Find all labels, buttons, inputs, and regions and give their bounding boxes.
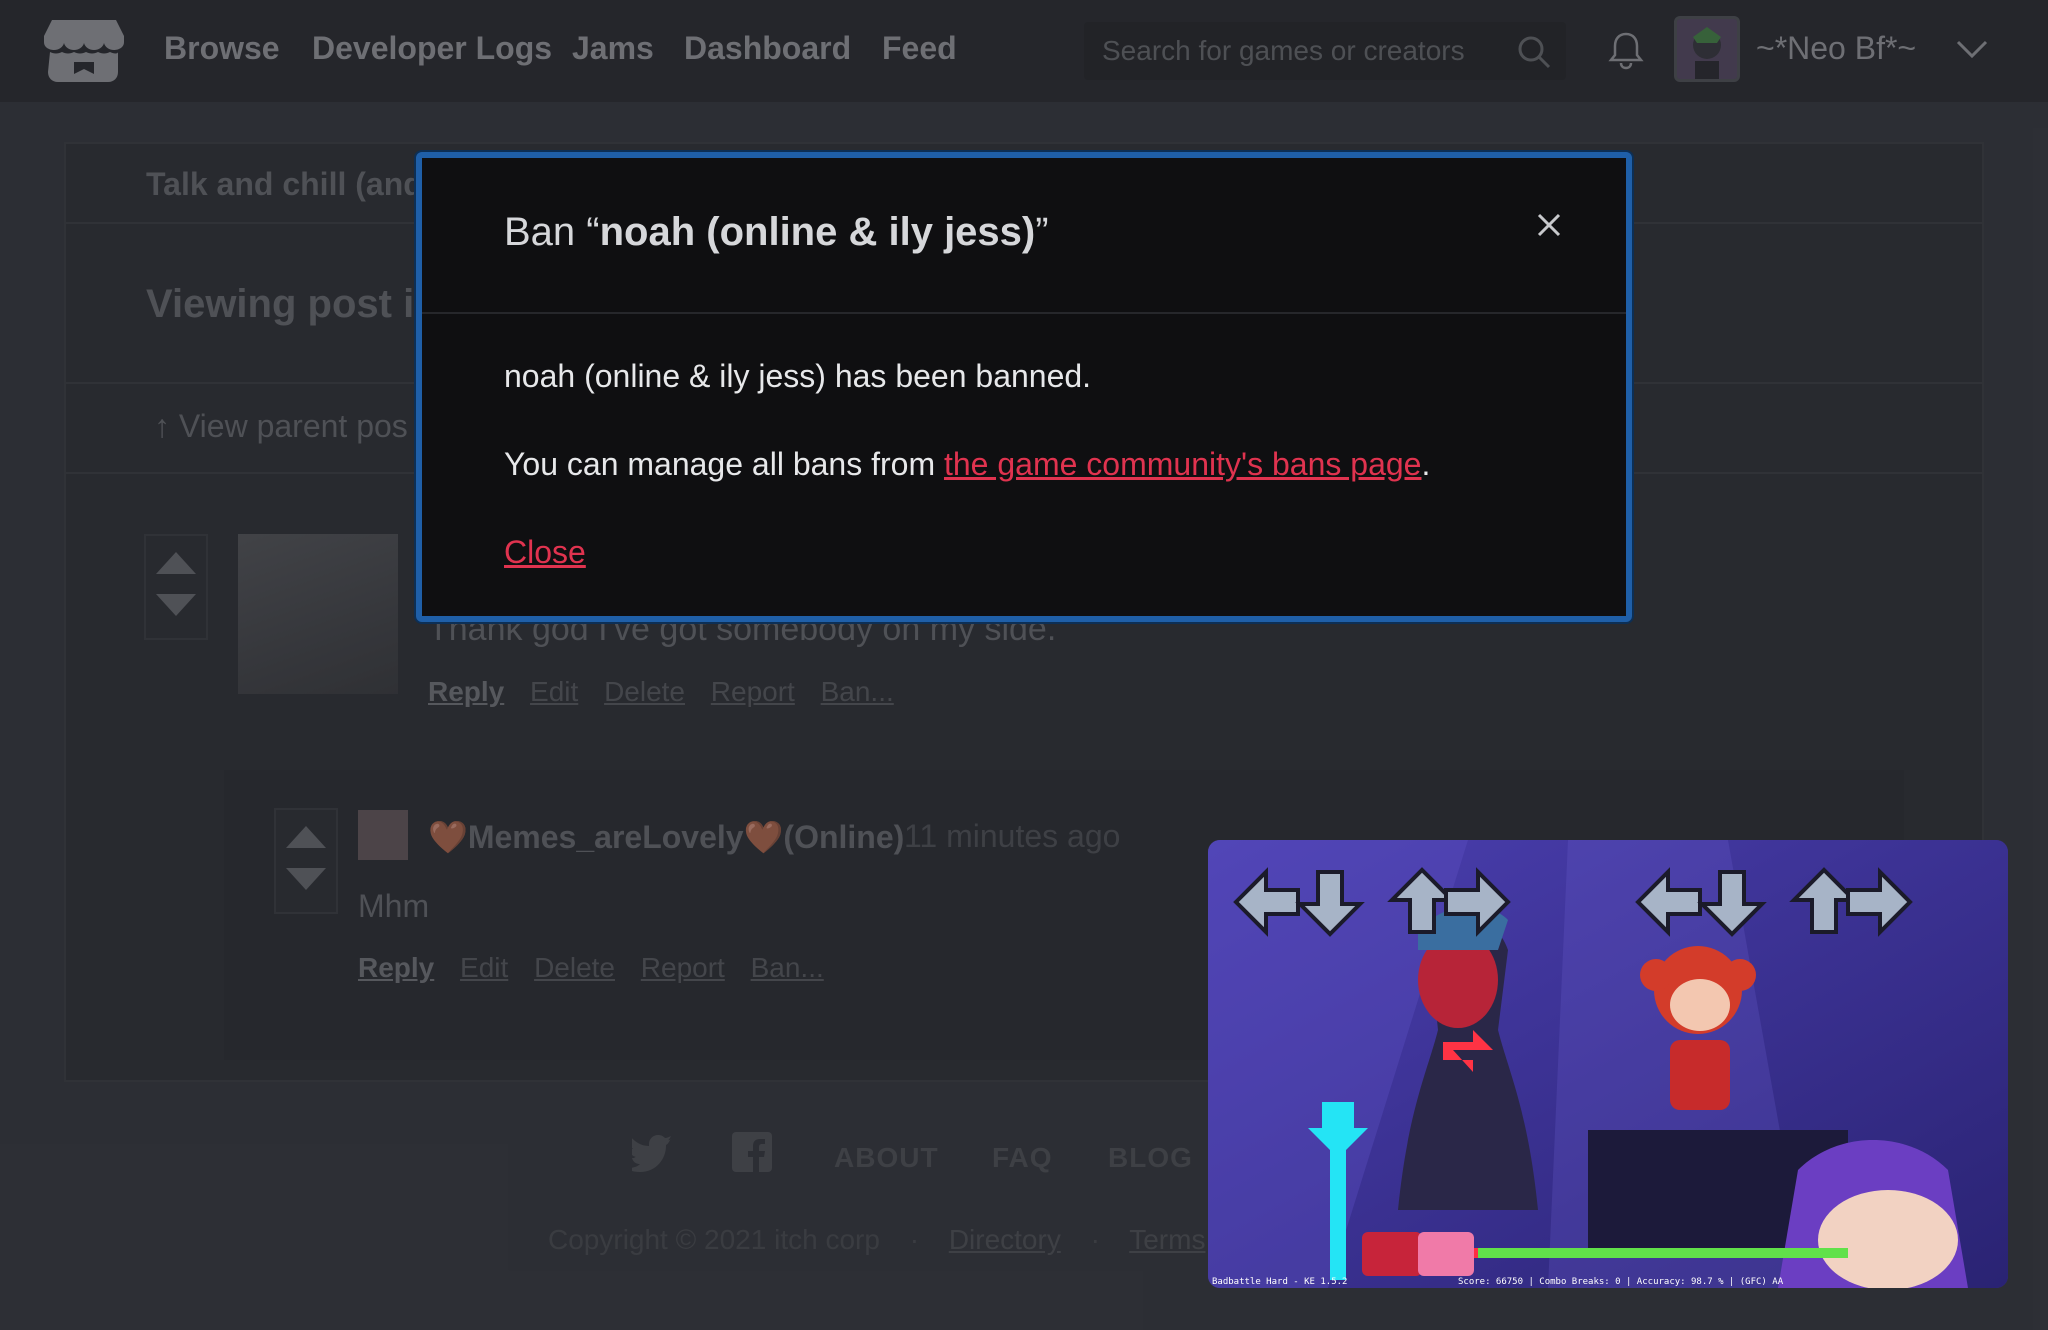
ban-dialog: Ban “noah (online & ily jess)” noah (onl… (416, 152, 1632, 622)
dialog-title: Ban “noah (online & ily jess)” (504, 210, 1049, 255)
close-icon[interactable] (1534, 210, 1564, 240)
hud-song-label: Badbattle Hard - KE 1.5.2 (1212, 1277, 1347, 1287)
banned-user-name: noah (online & ily jess) (599, 210, 1036, 254)
game-video-frame: Badbattle Hard - KE 1.5.2 Score: 66750 |… (1208, 840, 2008, 1288)
manage-suffix: . (1421, 446, 1431, 482)
manage-prefix: You can manage all bans from (504, 446, 944, 482)
bans-page-link[interactable]: the game community's bans page (944, 446, 1421, 482)
picture-in-picture-video[interactable]: Badbattle Hard - KE 1.5.2 Score: 66750 |… (1208, 840, 2008, 1288)
manage-bans-text: You can manage all bans from the game co… (504, 446, 1430, 483)
title-prefix: Ban “ (504, 210, 600, 254)
close-link[interactable]: Close (504, 534, 586, 571)
hud-score-label: Score: 66750 | Combo Breaks: 0 | Accurac… (1458, 1277, 1784, 1287)
dialog-divider (422, 312, 1626, 314)
title-suffix: ” (1035, 210, 1049, 254)
ban-confirmation-text: noah (online & ily jess) has been banned… (504, 358, 1092, 394)
